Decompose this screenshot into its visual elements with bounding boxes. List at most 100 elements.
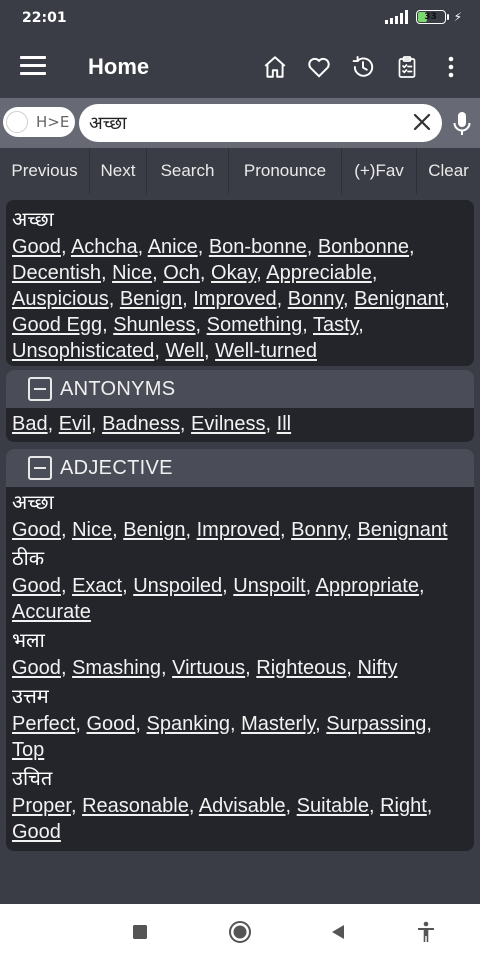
word-link[interactable]: Exact [72, 575, 122, 597]
back-icon[interactable] [324, 918, 352, 946]
word-link[interactable]: Advisable [199, 795, 286, 817]
word-link[interactable]: Bonbonne [318, 236, 409, 258]
word-link[interactable]: Anice [148, 236, 198, 258]
clear-search-icon[interactable] [410, 110, 434, 134]
word-link[interactable]: Appropriate [316, 575, 419, 597]
word-link[interactable]: Shunless [113, 314, 195, 336]
word-link[interactable]: Unsophisticated [12, 340, 154, 362]
word-link[interactable]: Smashing [72, 657, 161, 679]
word-link[interactable]: Achcha [71, 236, 138, 258]
separator: , [305, 575, 316, 597]
adjective-header[interactable]: ADJECTIVE [6, 449, 474, 487]
word-link[interactable]: Tasty [313, 314, 358, 336]
word-link[interactable]: Bonny [291, 519, 346, 541]
word-link[interactable]: Bon-bonne [209, 236, 307, 258]
word-link[interactable]: Benign [120, 288, 182, 310]
word-link[interactable]: Top [12, 739, 44, 761]
word-link[interactable]: Reasonable [82, 795, 189, 817]
history-icon[interactable] [348, 52, 378, 82]
word-link[interactable]: Good [12, 821, 61, 843]
word-link[interactable]: Good [86, 713, 135, 735]
word-link[interactable]: Okay [211, 262, 256, 284]
word-link[interactable]: Good [12, 657, 61, 679]
word-link[interactable]: Nice [72, 519, 112, 541]
adjective-card: ADJECTIVE अच्छा Good, Nice, Benign, Impro… [6, 449, 474, 851]
word-link[interactable]: Good Egg [12, 314, 102, 336]
word-link[interactable]: Good [12, 575, 61, 597]
microphone-icon[interactable] [452, 111, 472, 137]
heart-icon[interactable] [304, 52, 334, 82]
separator: , [185, 519, 197, 541]
add-favorite-button[interactable]: (+)Fav [342, 148, 417, 194]
word-link[interactable]: Evilness [191, 413, 265, 435]
search-button[interactable]: Search [147, 148, 229, 194]
word-link[interactable]: Good [12, 236, 61, 258]
separator: , [342, 288, 355, 310]
clipboard-icon[interactable] [392, 52, 422, 82]
word-link[interactable]: Auspicious [12, 288, 109, 310]
home-icon[interactable] [260, 52, 290, 82]
word-link[interactable]: Perfect [12, 713, 75, 735]
word-link[interactable]: Something [207, 314, 303, 336]
word-link[interactable]: Bad [12, 413, 48, 435]
word-link[interactable]: Virtuous [172, 657, 245, 679]
word-link[interactable]: Och [163, 262, 200, 284]
toggle-knob [6, 111, 28, 133]
word-link[interactable]: Surpassing [326, 713, 426, 735]
home-circle-icon[interactable] [226, 918, 254, 946]
word-link[interactable]: Proper [12, 795, 71, 817]
word-link[interactable]: Decentish [12, 262, 101, 284]
app-bar-actions [260, 52, 466, 82]
word-link[interactable]: Righteous [256, 657, 346, 679]
separator: , [426, 795, 433, 817]
antonyms-header[interactable]: ANTONYMS [6, 370, 474, 408]
word-link[interactable]: Benign [123, 519, 185, 541]
results-content: अच्छा Good, Achcha, Anice, Bon-bonne, Bo… [0, 194, 480, 904]
synonym-list: Good, Nice, Benign, Improved, Bonny, Ben… [6, 517, 474, 543]
recents-icon[interactable] [126, 918, 154, 946]
word-link[interactable]: Bonny [288, 288, 343, 310]
page-title: Home [88, 54, 150, 79]
word-link[interactable]: Well [165, 340, 204, 362]
search-input[interactable] [89, 108, 409, 138]
word-link[interactable]: Good [12, 519, 61, 541]
system-nav-bar [0, 904, 480, 960]
status-time: 22:01 [22, 10, 67, 26]
next-button[interactable]: Next [90, 148, 147, 194]
menu-icon[interactable] [20, 56, 46, 78]
pronounce-button[interactable]: Pronounce [229, 148, 342, 194]
word-link[interactable]: Appreciable [266, 262, 372, 284]
separator: , [346, 657, 358, 679]
synonym-list: Good, Exact, Unspoiled, Unspoilt, Approp… [6, 573, 474, 625]
word-link[interactable]: Improved [193, 288, 276, 310]
word-link[interactable]: Ill [277, 413, 291, 435]
hindi-term: उचित [12, 766, 53, 790]
separator: , [426, 713, 432, 735]
word-link[interactable]: Suitable [297, 795, 369, 817]
word-link[interactable]: Well-turned [215, 340, 317, 362]
hindi-term: अच्छा [12, 490, 54, 514]
word-link[interactable]: Evil [59, 413, 91, 435]
word-link[interactable]: Right [380, 795, 427, 817]
word-link[interactable]: Benignant [357, 519, 447, 541]
word-link[interactable]: Accurate [12, 601, 91, 623]
separator: , [368, 795, 381, 817]
language-toggle[interactable]: H>E [3, 107, 75, 137]
previous-button[interactable]: Previous [0, 148, 90, 194]
more-vert-icon[interactable] [436, 52, 466, 82]
word-link[interactable]: Spanking [147, 713, 230, 735]
word-link[interactable]: Masterly [241, 713, 315, 735]
word-link[interactable]: Improved [197, 519, 280, 541]
word-link[interactable]: Nifty [357, 657, 397, 679]
separator: , [195, 314, 207, 336]
word-link[interactable]: Unspoilt [233, 575, 305, 597]
word-link[interactable]: Badness [102, 413, 180, 435]
word-link[interactable]: Nice [112, 262, 152, 284]
separator: , [102, 314, 114, 336]
word-link[interactable]: Benignant [354, 288, 444, 310]
word-link[interactable]: Unspoiled [133, 575, 222, 597]
accessibility-icon[interactable] [412, 918, 440, 946]
battery-icon: 33 [415, 10, 449, 24]
separator: , [122, 575, 134, 597]
clear-button[interactable]: Clear [417, 148, 480, 194]
